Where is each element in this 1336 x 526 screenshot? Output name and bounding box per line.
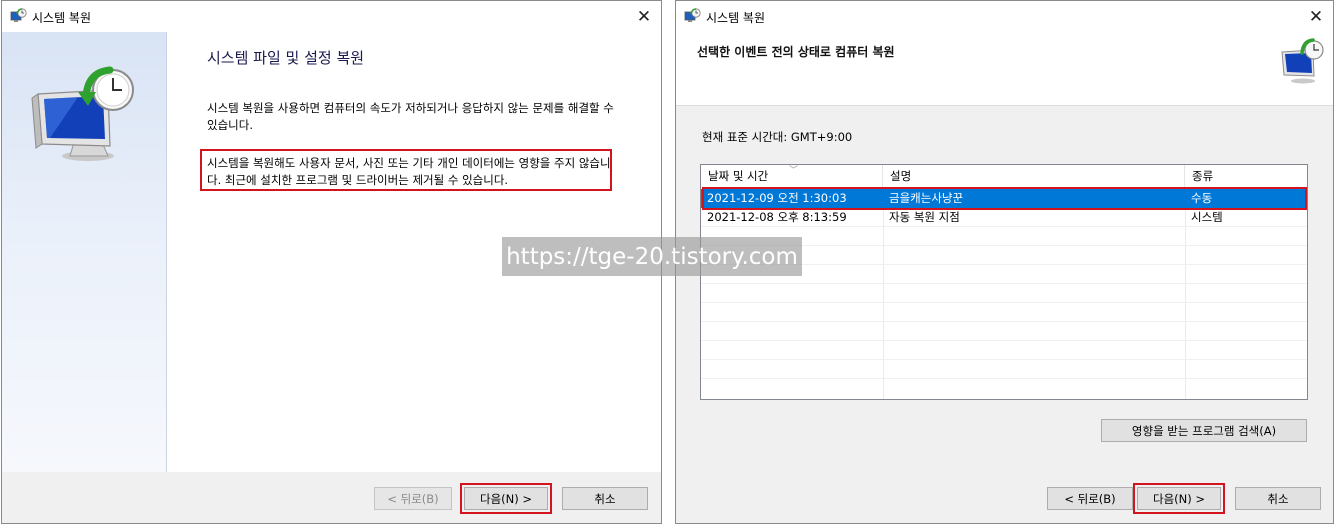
notice-paragraph: 시스템을 복원해도 사용자 문서, 사진 또는 기타 개인 데이터에는 영향을 … <box>207 156 611 187</box>
close-icon: ✕ <box>636 6 652 27</box>
cancel-button[interactable]: 취소 <box>562 487 648 510</box>
back-button[interactable]: < 뒤로(B) <box>374 487 452 510</box>
wizard-body: 현재 표준 시간대: GMT+9:00 ﹀ 날짜 및 시간 설명 종류 2021… <box>676 106 1333 472</box>
column-header-type[interactable]: 종류 <box>1185 165 1307 187</box>
system-restore-icon <box>10 8 27 22</box>
restore-point-list[interactable]: ﹀ 날짜 및 시간 설명 종류 2021-12-09 오전 1:30:03 금을… <box>700 164 1308 400</box>
title-bar[interactable]: 시스템 복원 ✕ <box>2 1 661 32</box>
button-bar: < 뒤로(B) 다음(N) > 취소 <box>676 472 1333 523</box>
next-highlight-box <box>1133 483 1225 514</box>
grid-line <box>701 378 1307 379</box>
scan-affected-programs-button[interactable]: 영향을 받는 프로그램 검색(A) <box>1101 419 1307 442</box>
grid-line <box>701 302 1307 303</box>
cell-description: 자동 복원 지점 <box>889 210 960 224</box>
row-highlight-box <box>702 187 1307 210</box>
column-header-description[interactable]: 설명 <box>883 165 1185 187</box>
restore-monitor-clock-icon <box>31 66 134 161</box>
list-header: ﹀ 날짜 및 시간 설명 종류 <box>701 165 1307 188</box>
grid-line <box>701 283 1307 284</box>
wizard-sidebar <box>2 32 167 474</box>
description-paragraph: 시스템 복원을 사용하면 컴퓨터의 속도가 저하되거나 응답하지 않는 문제를 … <box>207 101 614 132</box>
table-row[interactable]: 2021-12-08 오후 8:13:59 자동 복원 지점 시스템 <box>701 208 1307 227</box>
close-button[interactable]: ✕ <box>1299 1 1333 32</box>
close-icon: ✕ <box>1308 6 1324 27</box>
close-button[interactable]: ✕ <box>627 1 661 32</box>
timezone-label: 현재 표준 시간대: GMT+9:00 <box>702 130 853 144</box>
grid-line <box>701 340 1307 341</box>
next-highlight-box <box>460 483 552 514</box>
title-bar[interactable]: 시스템 복원 ✕ <box>676 1 1333 32</box>
system-restore-icon <box>684 8 701 22</box>
sort-chevron-icon: ﹀ <box>789 166 799 176</box>
button-bar: < 뒤로(B) 다음(N) > 취소 <box>2 472 661 523</box>
wizard-header: 선택한 이벤트 전의 상태로 컴퓨터 복원 <box>676 32 1333 106</box>
window-title: 시스템 복원 <box>706 11 766 25</box>
restore-monitor-clock-icon <box>1281 38 1324 84</box>
column-header-date[interactable]: ﹀ 날짜 및 시간 <box>701 165 883 187</box>
grid-line <box>701 359 1307 360</box>
back-button[interactable]: < 뒤로(B) <box>1047 487 1133 510</box>
page-heading: 선택한 이벤트 전의 상태로 컴퓨터 복원 <box>697 45 895 59</box>
grid-line <box>701 321 1307 322</box>
cell-date: 2021-12-08 오후 8:13:59 <box>707 210 847 224</box>
window-title: 시스템 복원 <box>32 11 92 25</box>
cell-type: 시스템 <box>1191 210 1223 224</box>
page-heading: 시스템 파일 및 설정 복원 <box>207 49 365 67</box>
watermark: https://tge-20.tistory.com <box>502 237 802 276</box>
cancel-button[interactable]: 취소 <box>1235 487 1321 510</box>
